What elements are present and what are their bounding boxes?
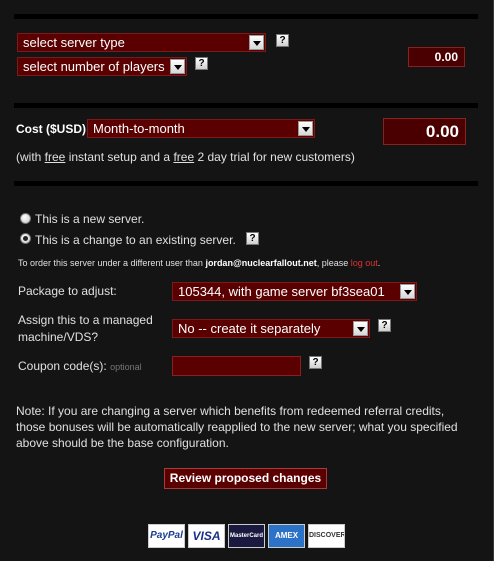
coupon-input[interactable] (172, 356, 301, 376)
assign-machine-select[interactable]: No -- create it separately (172, 319, 370, 338)
billing-term-select-label: Month-to-month (93, 121, 185, 136)
chevron-down-icon (170, 59, 185, 74)
coupon-label: Coupon code(s): optional (18, 359, 142, 373)
free-setup-link[interactable]: free (45, 150, 66, 164)
notice-middle: , please (316, 258, 351, 268)
referral-note-line3: above should be the base configuration. (16, 436, 229, 450)
package-label: Package to adjust: (18, 284, 117, 298)
package-select[interactable]: 105344, with game server bf3sea01 (172, 282, 417, 301)
new-server-label: This is a new server. (35, 212, 145, 226)
logout-link[interactable]: log out (351, 258, 378, 268)
help-icon[interactable]: ? (276, 34, 289, 47)
mastercard-icon: MasterCard (228, 524, 265, 548)
help-icon[interactable]: ? (309, 356, 322, 369)
notice-suffix: . (377, 258, 381, 268)
cost-label: Cost ($USD) (16, 122, 87, 136)
amex-icon: AMEX (268, 524, 305, 548)
coupon-label-text: Coupon code(s): (18, 359, 107, 373)
discover-icon: DISCOVER (308, 524, 345, 548)
free-trial-note-suffix: 2 day trial for new customers) (194, 150, 355, 164)
order-panel: select server type ? select number of pl… (0, 0, 494, 561)
assign-label-line2: machine/VDS? (18, 330, 99, 344)
coupon-optional-hint: optional (110, 362, 142, 372)
chevron-down-icon (353, 321, 368, 336)
user-email: jordan@nuclearfallout.net (205, 258, 317, 268)
help-icon[interactable]: ? (246, 232, 259, 245)
package-select-label: 105344, with game server bf3sea01 (178, 284, 385, 299)
new-server-radio[interactable] (20, 213, 31, 224)
referral-note-line1: Note: If you are changing a server which… (16, 404, 445, 418)
notice-prefix: To order this server under a different u… (18, 258, 206, 268)
different-user-notice: To order this server under a different u… (18, 258, 380, 268)
visa-icon: VISA (188, 524, 225, 548)
referral-note: Note: If you are changing a server which… (16, 403, 458, 451)
players-select[interactable]: select number of players (17, 57, 187, 76)
divider-middle (14, 103, 478, 108)
subtotal-display: 0.00 (408, 47, 465, 67)
chevron-down-icon (249, 35, 264, 50)
server-type-select[interactable]: select server type (17, 33, 266, 52)
assign-machine-select-label: No -- create it separately (178, 321, 321, 336)
total-price-display: 0.00 (383, 118, 466, 145)
free-trial-note: (with free instant setup and a free 2 da… (16, 150, 355, 164)
change-server-label: This is a change to an existing server. (35, 233, 236, 247)
referral-note-line2: those bonuses will be automatically reap… (16, 420, 458, 434)
chevron-down-icon (400, 284, 415, 299)
server-type-select-label: select server type (23, 35, 125, 50)
billing-term-select[interactable]: Month-to-month (87, 119, 315, 138)
free-trial-note-middle: instant setup and a (65, 150, 174, 164)
divider-lower (14, 181, 478, 186)
help-icon[interactable]: ? (195, 57, 208, 70)
paypal-icon: PayPal (148, 524, 185, 548)
divider-top (14, 14, 478, 19)
players-select-label: select number of players (23, 59, 165, 74)
change-server-radio[interactable] (20, 233, 31, 244)
free-trial-link[interactable]: free (173, 150, 194, 164)
free-trial-note-prefix: (with (16, 150, 45, 164)
assign-label-line1: Assign this to a managed (18, 313, 153, 327)
review-changes-button[interactable]: Review proposed changes (164, 468, 327, 489)
chevron-down-icon (298, 121, 313, 136)
help-icon[interactable]: ? (378, 319, 391, 332)
